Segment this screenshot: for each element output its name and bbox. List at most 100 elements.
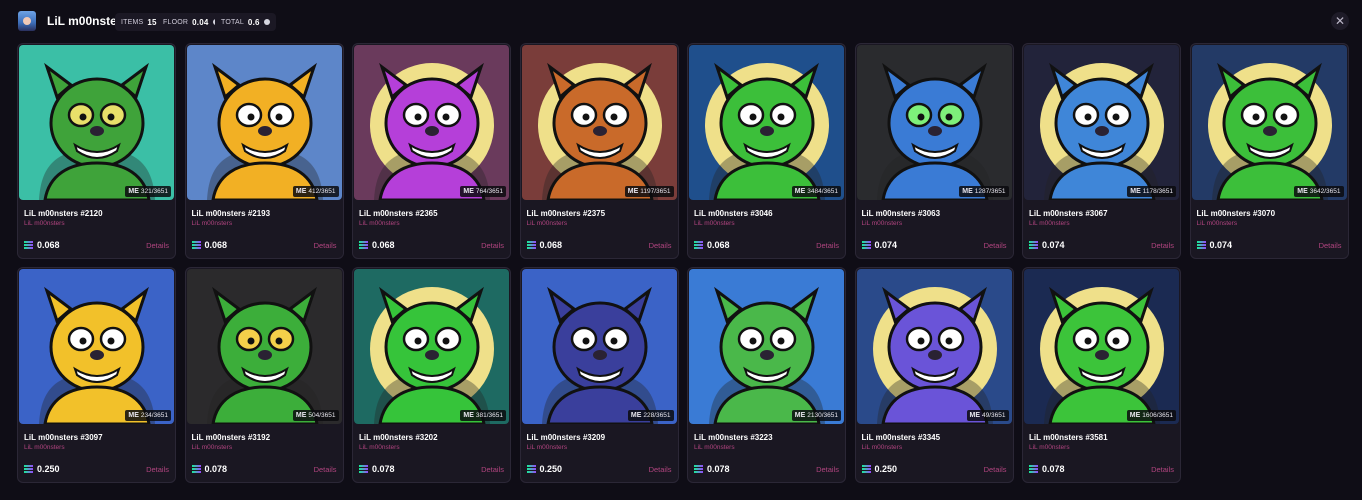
price-row: 0.068: [191, 240, 227, 250]
nft-name: LiL m00nsters #2120: [24, 209, 103, 218]
details-link[interactable]: Details: [649, 465, 672, 474]
nft-image[interactable]: ME 228/3651: [521, 269, 677, 424]
nft-card[interactable]: ME 1197/3651 LiL m00nsters #2375 LiL m00…: [519, 43, 679, 259]
nft-image[interactable]: ME 764/3651: [354, 45, 509, 200]
details-link[interactable]: Details: [481, 241, 504, 250]
details-link[interactable]: Details: [816, 241, 839, 250]
nft-card[interactable]: ME 1287/3651 LiL m00nsters #3063 LiL m00…: [854, 43, 1014, 259]
details-link[interactable]: Details: [146, 465, 169, 474]
nft-image[interactable]: ME 412/3651: [186, 45, 342, 200]
nft-card[interactable]: ME 412/3651 LiL m00nsters #2193 LiL m00n…: [184, 43, 344, 259]
details-link[interactable]: Details: [649, 241, 672, 250]
rank-value: 764/3651: [475, 188, 503, 195]
rarity-rank-badge: ME 381/3651: [460, 410, 506, 421]
nft-card[interactable]: ME 49/3651 LiL m00nsters #3345 LiL m00ns…: [854, 267, 1014, 483]
nft-card[interactable]: ME 1178/3651 LiL m00nsters #3067 LiL m00…: [1022, 43, 1181, 259]
nft-image[interactable]: ME 1197/3651: [521, 45, 677, 200]
nft-card[interactable]: ME 3484/3651 LiL m00nsters #3046 LiL m00…: [687, 43, 846, 259]
details-link[interactable]: Details: [816, 465, 839, 474]
nft-card[interactable]: ME 764/3651 LiL m00nsters #2365 LiL m00n…: [352, 43, 511, 259]
nft-image[interactable]: ME 321/3651: [19, 45, 174, 200]
details-link[interactable]: Details: [146, 241, 169, 250]
nft-card[interactable]: ME 234/3651 LiL m00nsters #3097 LiL m00n…: [17, 267, 176, 483]
nft-grid: ME 321/3651 LiL m00nsters #2120 LiL m00n…: [17, 43, 1351, 483]
nft-price: 0.250: [539, 464, 563, 474]
stat-value: 0.6: [247, 17, 260, 27]
rarity-rank-badge: ME 234/3651: [125, 410, 171, 421]
nft-image[interactable]: ME 381/3651: [354, 269, 509, 424]
nft-price: 0.078: [372, 464, 395, 474]
nft-card[interactable]: ME 2130/3651 LiL m00nsters #3223 LiL m00…: [687, 267, 846, 483]
nft-price: 0.074: [1209, 240, 1233, 250]
nft-price: 0.078: [707, 464, 730, 474]
solana-icon: [24, 465, 33, 473]
nft-image[interactable]: ME 3642/3651: [1191, 45, 1347, 200]
nft-image[interactable]: ME 1178/3651: [1024, 45, 1179, 200]
nft-price: 0.068: [539, 240, 563, 250]
nft-image[interactable]: ME 3484/3651: [689, 45, 844, 200]
nft-image[interactable]: ME 49/3651: [856, 269, 1012, 424]
rarity-rank-badge: ME 504/3651: [292, 410, 339, 421]
rank-value: 412/3651: [308, 188, 336, 195]
details-link[interactable]: Details: [1319, 241, 1342, 250]
rarity-rank-badge: ME 412/3651: [292, 186, 339, 197]
nft-card[interactable]: ME 1606/3651 LiL m00nsters #3581 LiL m00…: [1022, 267, 1181, 483]
magic-eden-icon: ME: [128, 412, 139, 419]
nft-collection-label: LiL m00nsters: [24, 444, 65, 451]
nft-name: LiL m00nsters #3046: [694, 209, 773, 218]
monster-illustration: [1191, 45, 1347, 200]
rarity-rank-badge: ME 3642/3651: [1294, 186, 1344, 197]
details-link[interactable]: Details: [314, 241, 337, 250]
rarity-rank-badge: ME 321/3651: [125, 186, 171, 197]
stat-value: 0.04: [192, 17, 209, 27]
nft-collection-label: LiL m00nsters: [526, 220, 568, 227]
price-row: 0.078: [1029, 464, 1065, 474]
rank-value: 321/3651: [140, 188, 168, 195]
nft-name: LiL m00nsters #2365: [359, 209, 438, 218]
nft-card[interactable]: ME 321/3651 LiL m00nsters #2120 LiL m00n…: [17, 43, 176, 259]
details-link[interactable]: Details: [984, 465, 1007, 474]
solana-icon: [359, 241, 368, 249]
close-icon[interactable]: ✕: [1331, 12, 1349, 30]
nft-collection-label: LiL m00nsters: [694, 220, 735, 227]
magic-eden-icon: ME: [627, 188, 639, 195]
nft-card[interactable]: ME 504/3651 LiL m00nsters #3192 LiL m00n…: [184, 267, 344, 483]
nft-collection-label: LiL m00nsters: [1029, 444, 1070, 451]
stat-label: ITEMS: [121, 18, 144, 26]
nft-card[interactable]: ME 228/3651 LiL m00nsters #3209 LiL m00n…: [519, 267, 679, 483]
monster-illustration: [1024, 269, 1179, 424]
nft-image[interactable]: ME 1287/3651: [856, 45, 1012, 200]
rarity-rank-badge: ME 1178/3651: [1127, 186, 1176, 197]
rank-value: 381/3651: [475, 412, 503, 419]
nft-name: LiL m00nsters #3097: [24, 433, 103, 442]
collection-header: LiL m00nsters ITEMS 15 FLOOR 0.04 TOTAL …: [0, 0, 1362, 44]
nft-image[interactable]: ME 504/3651: [186, 269, 342, 424]
stat-total: TOTAL 0.6: [215, 13, 276, 31]
nft-price: 0.068: [707, 240, 730, 250]
rank-value: 1287/3651: [974, 188, 1006, 195]
nft-collection-label: LiL m00nsters: [191, 444, 233, 451]
nft-card[interactable]: ME 3642/3651 LiL m00nsters #3070 LiL m00…: [1189, 43, 1349, 259]
price-row: 0.074: [1029, 240, 1065, 250]
price-row: 0.068: [694, 240, 730, 250]
price-row: 0.078: [694, 464, 730, 474]
details-link[interactable]: Details: [984, 241, 1007, 250]
solana-icon: [191, 241, 201, 249]
solana-icon: [359, 465, 368, 473]
details-link[interactable]: Details: [314, 465, 337, 474]
details-link[interactable]: Details: [1151, 241, 1174, 250]
nft-card[interactable]: ME 381/3651 LiL m00nsters #3202 LiL m00n…: [352, 267, 511, 483]
details-link[interactable]: Details: [1151, 465, 1174, 474]
nft-image[interactable]: ME 2130/3651: [689, 269, 844, 424]
nft-price: 0.074: [1042, 240, 1065, 250]
nft-image[interactable]: ME 1606/3651: [1024, 269, 1179, 424]
nft-name: LiL m00nsters #3223: [694, 433, 773, 442]
nft-collection-label: LiL m00nsters: [359, 444, 400, 451]
monster-illustration: [521, 269, 677, 424]
price-row: 0.074: [861, 240, 897, 250]
rarity-rank-badge: ME 3484/3651: [791, 186, 841, 197]
details-link[interactable]: Details: [481, 465, 504, 474]
magic-eden-icon: ME: [630, 412, 642, 419]
nft-image[interactable]: ME 234/3651: [19, 269, 174, 424]
rarity-rank-badge: ME 2130/3651: [791, 410, 841, 421]
